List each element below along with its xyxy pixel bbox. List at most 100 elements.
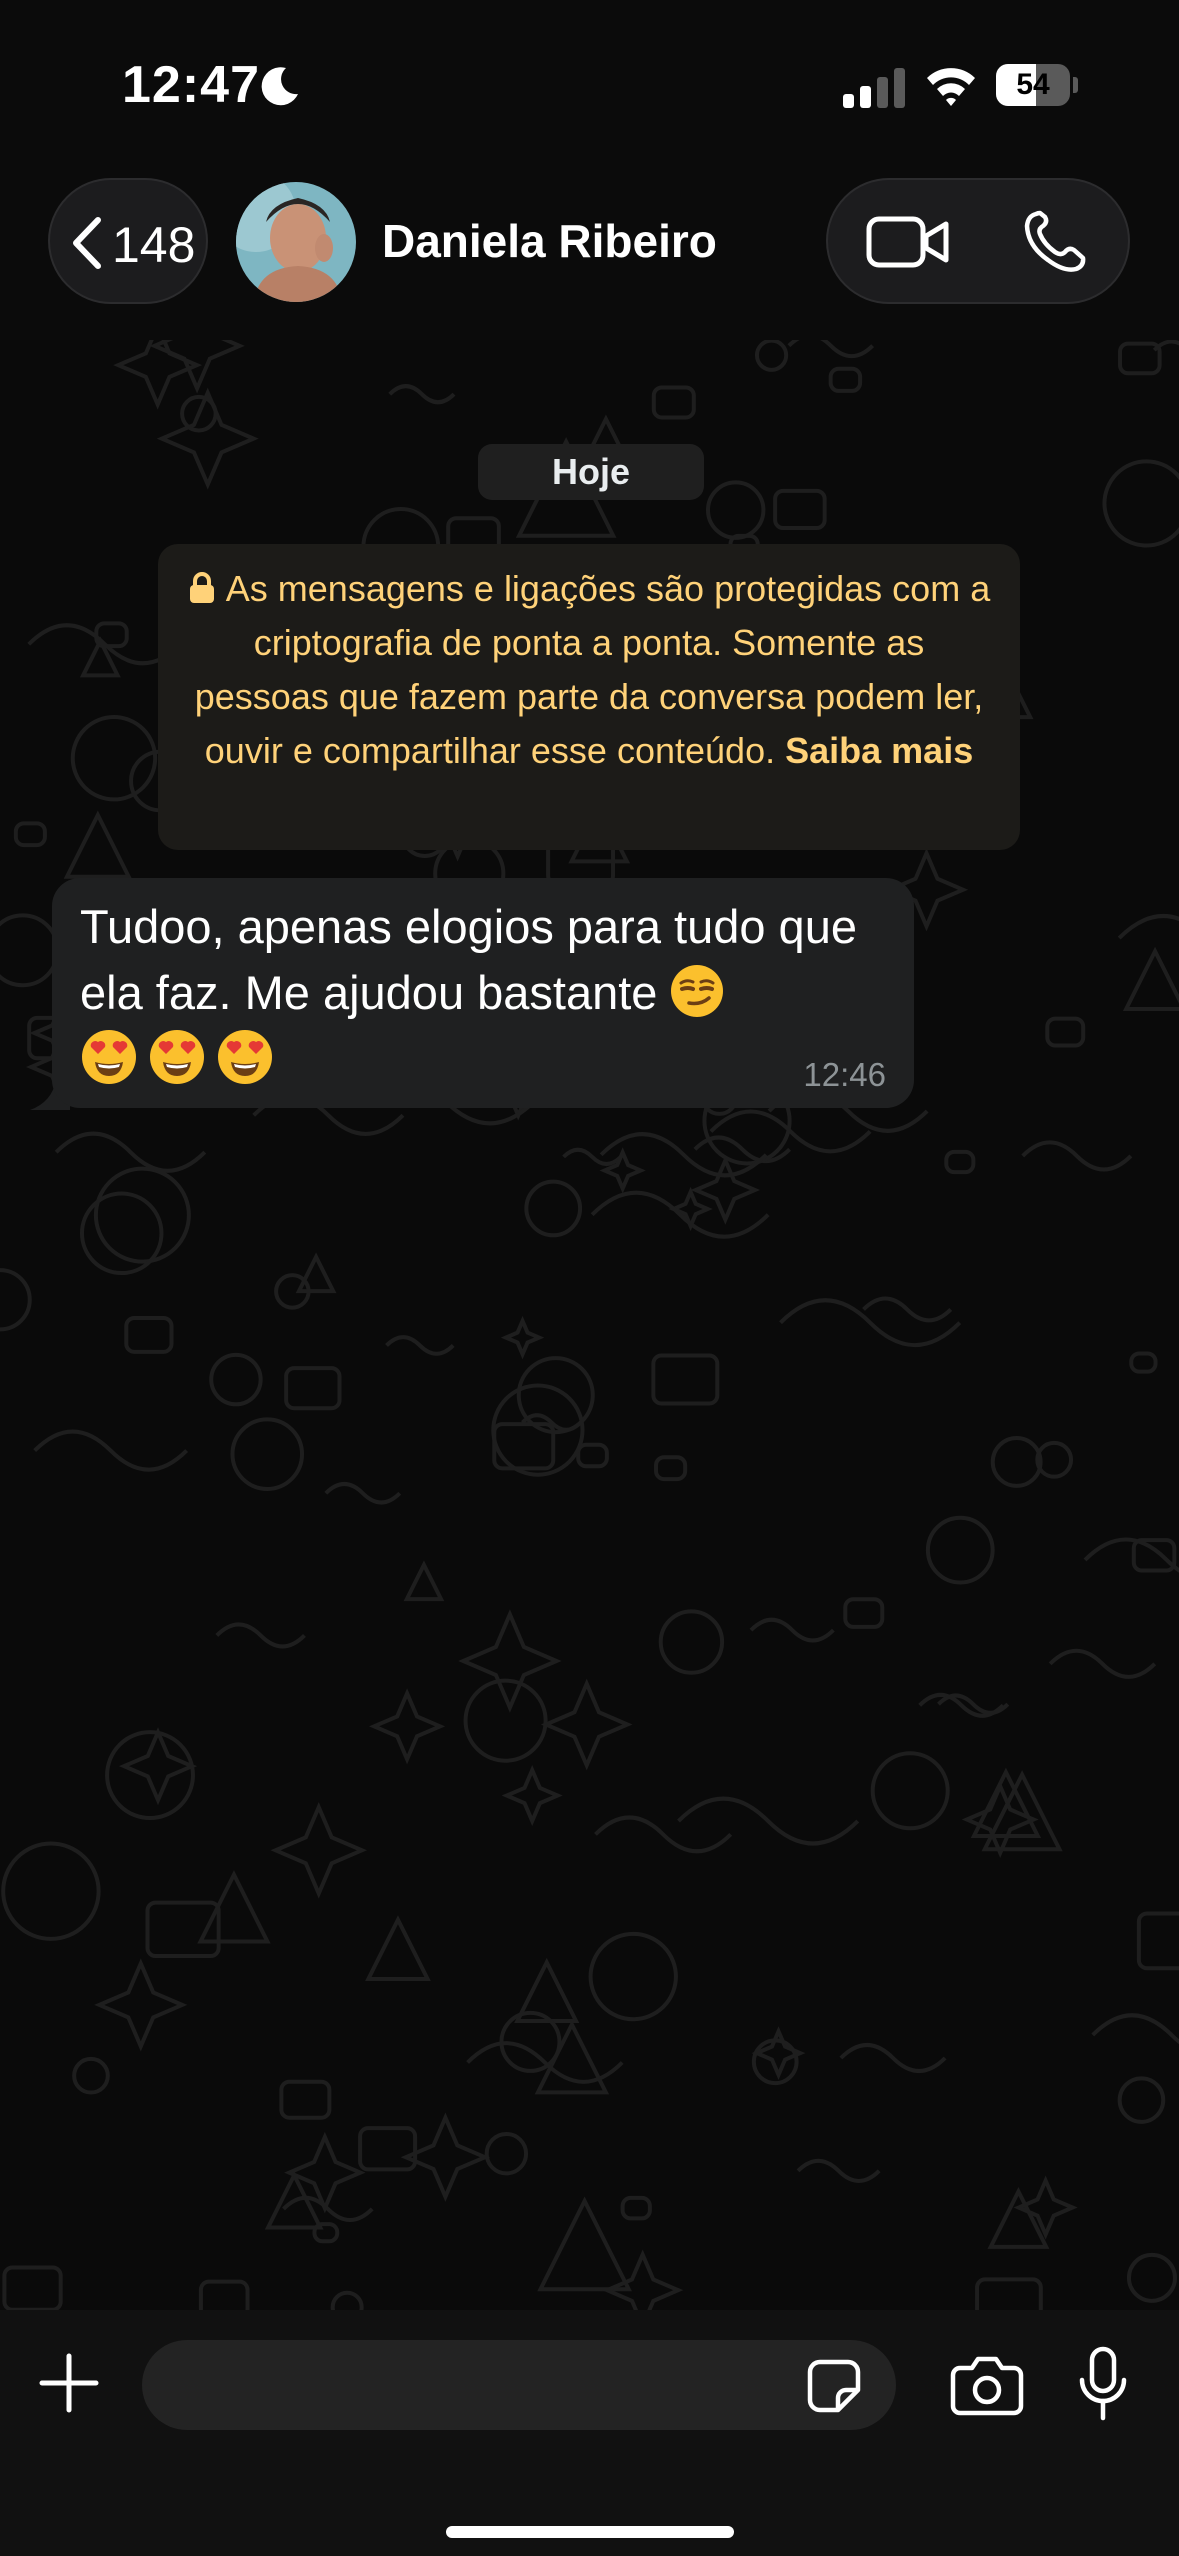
wallpaper-doodle [500,1315,545,1360]
video-call-icon[interactable] [866,214,950,270]
wallpaper-doodle [118,1727,198,1806]
wallpaper-doodle [33,1429,189,1472]
wallpaper-doodle [1117,2076,1166,2124]
wallpaper-doodle [0,913,60,988]
avatar-photo [236,182,356,302]
wallpaper-doodle [1,1841,101,1941]
wallpaper-doodle [230,1417,305,1491]
wallpaper-doodle [990,1436,1043,1488]
wallpaper-doodle [1021,1140,1133,1172]
wallpaper-doodle [385,1335,455,1356]
wallpaper-doodle [79,1191,164,1276]
wallpaper-doodle [198,2279,250,2310]
wallpaper-doodle [651,1353,720,1406]
wallpaper-doodle [862,1296,953,1323]
wallpaper-doodle [705,480,766,540]
battery-indicator: 54 [996,64,1078,106]
wallpaper-doodle [749,1617,835,1643]
wallpaper-doodle [369,1688,446,1765]
wallpaper-doodle [1126,2252,1177,2303]
back-button[interactable]: 148 [48,178,208,304]
battery-tip [1073,77,1078,93]
wallpaper-doodle [1129,1351,1158,1374]
wallpaper-doodle [365,1915,431,1981]
message-body: Tudoo, apenas elogios para tudo que ela … [80,900,857,1019]
wallpaper-doodle [654,1455,688,1482]
wallpaper-doodle [751,2038,799,2086]
wallpaper-doodle [562,1147,623,1167]
wallpaper-doodle [1102,459,1179,548]
wallpaper-doodle [0,1268,32,1332]
wallpaper-doodle [1122,946,1179,1012]
wallpaper-doodle [588,1931,678,2022]
wallpaper-doodle [1117,914,1179,940]
wallpaper-doodle [2,2265,63,2310]
wallpaper-doodle [651,385,696,420]
wallpaper-doodle [400,2112,491,2202]
wallpaper-doodle [828,366,863,393]
lock-icon [189,572,214,603]
wallpaper-doodle [599,1132,768,1178]
wallpaper-doodle [576,1442,609,1469]
wallpaper-doodle [1131,1538,1177,1573]
contact-name[interactable]: Daniela Ribeiro [382,214,717,268]
wallpaper-doodle [599,1147,646,1194]
phone-call-icon[interactable] [1022,210,1088,274]
sticker-icon[interactable] [806,2358,862,2414]
status-bar: 12:47 54 [0,0,1179,170]
learn-more-link[interactable]: Saiba mais [785,730,973,771]
call-actions [826,178,1130,304]
battery-body: 54 [996,64,1070,106]
wallpaper-doodle [1136,1911,1179,1971]
plus-icon[interactable] [38,2352,100,2414]
unread-count: 148 [112,217,196,273]
home-indicator [446,2526,734,2538]
chat-header: 148 Daniela Ribeiro [0,170,1179,340]
wallpaper-doodle [72,2056,110,2095]
encryption-notice[interactable]: As mensagens e ligações são protegidas c… [158,544,1020,850]
camera-icon[interactable] [950,2354,1024,2416]
wallpaper-doodle [105,1730,195,1821]
wallpaper-doodle [388,384,456,405]
wallpaper-doodle [215,1622,306,1649]
wallpaper-doodle [839,2043,947,2073]
wallpaper-doodle [324,1482,402,1505]
message-input[interactable] [142,2340,896,2430]
wallpaper-doodle [113,340,203,410]
wallpaper-doodle [501,1764,563,1827]
wallpaper-doodle [668,1186,713,1232]
wallpaper-doodle [779,1298,962,1347]
wifi-icon [927,68,975,106]
heart-eyes-emoji [218,1030,272,1084]
wallpaper-doodle [658,1609,725,1675]
wallpaper-doodle [516,1356,595,1435]
wallpaper-doodle [843,1597,885,1629]
wallpaper-doodle [754,340,789,372]
microphone-icon[interactable] [1078,2346,1128,2422]
chat-area[interactable]: Hoje As mensagens e ligações são protegi… [0,340,1179,2310]
wallpaper-doodle [156,387,259,490]
contact-avatar[interactable] [236,182,356,302]
wallpaper-doodle [925,1515,995,1585]
wallpaper-doodle [937,1693,1010,1715]
wallpaper-doodle [93,1166,191,1264]
wallpaper-doodle [796,2158,881,2183]
wallpaper-doodle [209,1352,263,1407]
wallpaper-doodle [787,340,875,359]
cellular-signal-icon [843,68,905,108]
wallpaper-doodle [1091,2013,1179,2045]
wallpaper-doodle [284,1366,342,1411]
wallpaper-doodle [358,2126,418,2172]
wallpaper-doodle [537,2196,632,2292]
wallpaper-doodle [403,1560,445,1602]
wallpaper-doodle [484,2131,529,2176]
wallpaper-doodle [1045,1016,1086,1048]
wallpaper-doodle [63,810,132,879]
wallpaper-doodle [54,1131,207,1173]
wallpaper-doodle [330,2290,364,2310]
incoming-message-bubble[interactable]: Tudoo, apenas elogios para tudo que ela … [52,878,914,1108]
smirking-face-emoji [671,965,724,1017]
status-time: 12:47 [122,56,260,114]
date-separator: Hoje [478,444,704,500]
wallpaper-doodle [677,1796,860,1846]
